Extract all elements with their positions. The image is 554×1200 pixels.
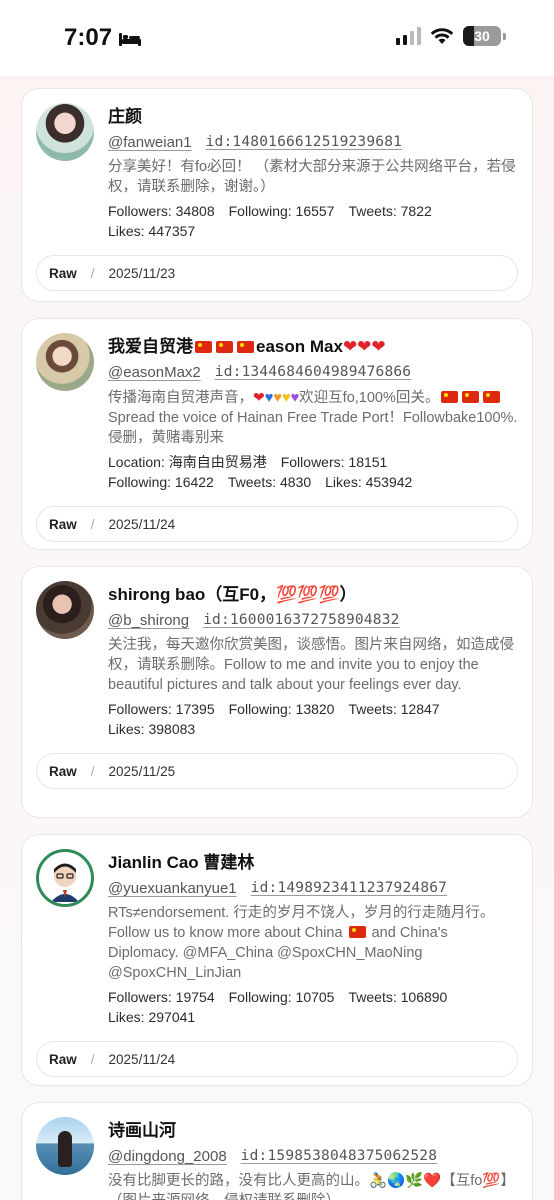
display-name: Jianlin Cao 曹建林 — [108, 853, 255, 872]
divider: / — [90, 265, 95, 281]
china-flag-icon — [348, 926, 366, 938]
stat-followers: Followers: 17395 — [108, 701, 215, 717]
handle-link[interactable]: @b_shirong — [108, 612, 189, 629]
card-footer: Raw / 2025/11/24 — [36, 506, 518, 542]
stat-followers: Followers: 19754 — [108, 989, 215, 1005]
battery-icon: 30 — [463, 26, 501, 46]
stat-likes: Likes: 297041 — [108, 1009, 196, 1025]
signal-icon — [396, 27, 421, 45]
status-icons: 30 — [396, 26, 506, 46]
china-flag-icon — [195, 341, 212, 353]
stats: Location: 海南自由贸易港 Followers: 18151 Follow… — [108, 452, 518, 492]
stat-likes: Likes: 398083 — [108, 721, 196, 737]
user-id-link[interactable]: id:1480166612519239681 — [206, 134, 402, 151]
user-id-link[interactable]: id:1498923411237924867 — [251, 880, 447, 897]
user-id-link[interactable]: id:1344684604989476866 — [215, 364, 411, 381]
display-name: 诗画山河 — [108, 1121, 176, 1140]
stat-tweets: Tweets: 4830 — [227, 474, 312, 490]
bio-text: RTs≠endorsement. 行走的岁月不饶人，岁月的行走随月行。 Foll… — [108, 905, 495, 981]
user-id-link[interactable]: id:1598538048375062528 — [241, 1148, 437, 1165]
handle-link[interactable]: @fanweian1 — [108, 134, 192, 151]
stat-following: Following: 16557 — [228, 203, 335, 219]
avatar[interactable] — [36, 581, 94, 639]
user-id-link[interactable]: id:1600016372758904832 — [203, 612, 399, 629]
date-text: 2025/11/24 — [108, 516, 176, 532]
date-text: 2025/11/23 — [108, 265, 176, 281]
china-flag-icon — [237, 341, 254, 353]
stats: Followers: 34808 Following: 16557 Tweets: … — [108, 201, 518, 241]
bio-text: 分享美好！有fo必回！ （素材大部分来源于公共网络平台，若侵权，请联系删除，谢谢… — [108, 159, 516, 195]
china-flag-icon — [216, 341, 233, 353]
user-card[interactable]: 庄颜 @fanweian1 id:1480166612519239681 分享美… — [21, 88, 533, 302]
raw-button[interactable]: Raw — [49, 764, 77, 779]
hundred-icon: 💯💯💯 — [276, 585, 340, 604]
bio-text: 没有比脚更长的路，没有比人更高的山。🚴🌏🌿❤️【互fo💯】（图片来源网络，侵权请… — [108, 1173, 515, 1200]
stat-following: Following: 10705 — [228, 989, 335, 1005]
handle-link[interactable]: @easonMax2 — [108, 364, 201, 381]
stat-likes: Likes: 453942 — [325, 474, 413, 490]
bio-text: 关注我，每天邀你欣赏美图，谈感悟。图片来自网络，如造成侵权，请联系删除。Foll… — [108, 637, 514, 693]
stat-likes: Likes: 447357 — [108, 223, 196, 239]
stat-tweets: Tweets: 106890 — [348, 989, 448, 1005]
stat-tweets: Tweets: 12847 — [348, 701, 440, 717]
stat-followers: Followers: 18151 — [280, 454, 388, 470]
battery-level: 30 — [474, 28, 490, 44]
bio-text: 传播海南自贸港声音，❤♥♥♥♥欢迎互fo,100%回关。Spread the v… — [108, 389, 518, 446]
date-text: 2025/11/24 — [108, 1051, 176, 1067]
bed-icon — [119, 33, 142, 46]
status-bar: 7:07 30 — [0, 0, 554, 76]
stat-following: Following: 13820 — [228, 701, 335, 717]
divider: / — [90, 1051, 95, 1067]
raw-button[interactable]: Raw — [49, 1052, 77, 1067]
handle-link[interactable]: @yuexuankanyue1 — [108, 880, 237, 897]
stats: Followers: 19754 Following: 10705 Tweets: … — [108, 987, 518, 1027]
avatar[interactable] — [36, 103, 94, 161]
divider: / — [90, 763, 95, 779]
stat-following: Following: 16422 — [108, 474, 214, 490]
avatar[interactable] — [36, 849, 94, 907]
card-footer: Raw / 2025/11/25 — [36, 753, 518, 789]
avatar[interactable] — [36, 333, 94, 391]
date-text: 2025/11/25 — [108, 763, 176, 779]
handle-link[interactable]: @dingdong_2008 — [108, 1148, 227, 1165]
user-card[interactable]: Jianlin Cao 曹建林 @yuexuankanyue1 id:14989… — [21, 834, 533, 1086]
card-footer: Raw / 2025/11/24 — [36, 1041, 518, 1077]
stat-location: Location: 海南自由贸易港 — [108, 454, 267, 470]
avatar-illustration-icon — [51, 863, 79, 902]
raw-button[interactable]: Raw — [49, 266, 77, 281]
divider: / — [90, 516, 95, 532]
raw-button[interactable]: Raw — [49, 517, 77, 532]
user-feed[interactable]: 庄颜 @fanweian1 id:1480166612519239681 分享美… — [21, 88, 533, 1200]
display-name: shirong bao（互F0，💯💯💯） — [108, 585, 357, 604]
stats: Followers: 17395 Following: 13820 Tweets: … — [108, 699, 518, 739]
display-name: 庄颜 — [108, 107, 142, 126]
avatar[interactable] — [36, 1117, 94, 1175]
card-footer: Raw / 2025/11/23 — [36, 255, 518, 291]
user-card[interactable]: shirong bao（互F0，💯💯💯） @b_shirong id:16000… — [21, 566, 533, 818]
battery-tip — [503, 32, 506, 40]
stat-followers: Followers: 34808 — [108, 203, 215, 219]
user-card[interactable]: 诗画山河 @dingdong_2008 id:15985380483750625… — [21, 1102, 533, 1200]
stat-tweets: Tweets: 7822 — [348, 203, 432, 219]
wifi-icon — [430, 28, 454, 44]
clock-text: 7:07 — [64, 24, 113, 51]
status-time: 7:07 — [64, 24, 142, 52]
display-name: 我爱自贸港 eason Max❤❤❤ — [108, 337, 386, 356]
heart-icon: ❤❤❤ — [342, 337, 386, 356]
user-card[interactable]: 我爱自贸港 eason Max❤❤❤ @easonMax2 id:13446846… — [21, 318, 533, 550]
